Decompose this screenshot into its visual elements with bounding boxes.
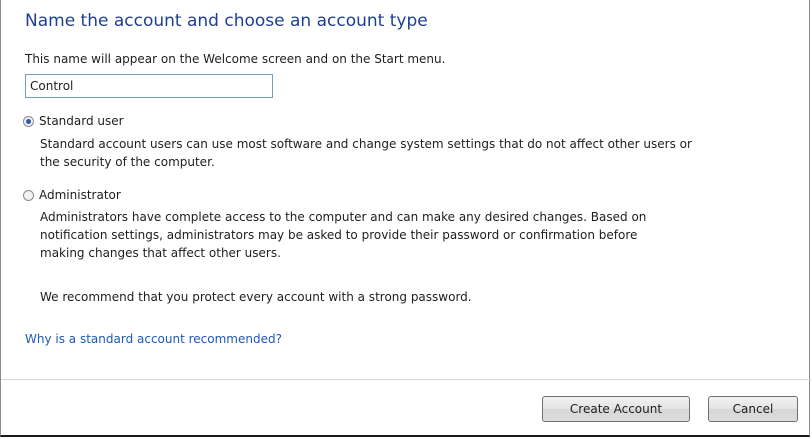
administrator-description: Administrators have complete access to t… xyxy=(40,208,646,262)
create-account-dialog: Name the account and choose an account t… xyxy=(0,0,811,437)
administrator-description-line: Administrators have complete access to t… xyxy=(40,210,647,224)
account-name-description: This name will appear on the Welcome scr… xyxy=(25,52,446,66)
account-name-input[interactable] xyxy=(25,74,273,98)
administrator-option[interactable]: Administrator xyxy=(23,188,121,202)
administrator-radio[interactable] xyxy=(23,189,34,201)
why-standard-account-link[interactable]: Why is a standard account recommended? xyxy=(25,332,282,346)
standard-user-description-line: Standard account users can use most soft… xyxy=(40,137,692,151)
footer-divider xyxy=(1,379,811,380)
create-account-button[interactable]: Create Account xyxy=(542,396,690,422)
administrator-description-line: notification settings, administrators ma… xyxy=(40,228,638,242)
administrator-description-line: making changes that affect other users. xyxy=(40,246,281,260)
standard-user-option[interactable]: Standard user xyxy=(23,114,124,128)
standard-user-description: Standard account users can use most soft… xyxy=(40,135,692,171)
standard-user-description-line: the security of the computer. xyxy=(40,155,215,169)
password-recommendation: We recommend that you protect every acco… xyxy=(40,290,472,304)
administrator-label[interactable]: Administrator xyxy=(39,188,121,202)
dialog-title: Name the account and choose an account t… xyxy=(25,11,428,31)
standard-user-radio[interactable] xyxy=(23,115,34,127)
standard-user-label[interactable]: Standard user xyxy=(39,114,124,128)
cancel-button[interactable]: Cancel xyxy=(708,396,798,422)
